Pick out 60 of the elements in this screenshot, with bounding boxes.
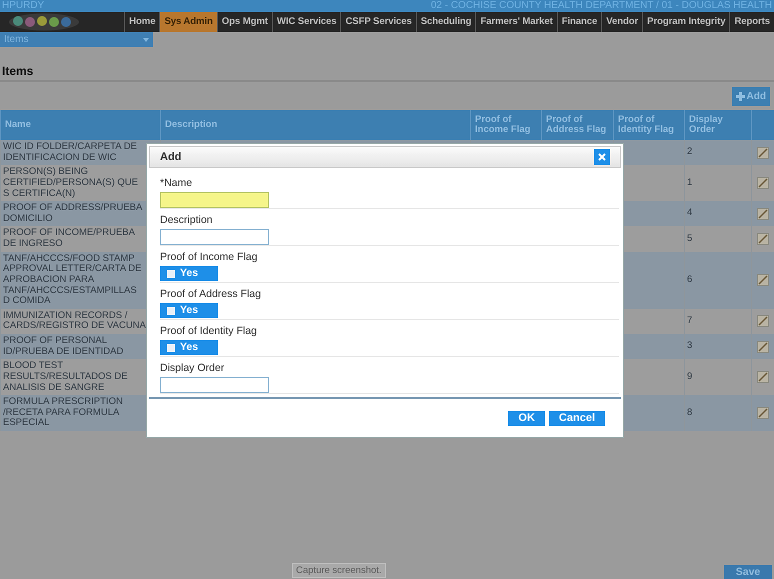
input-field[interactable]: [160, 377, 269, 393]
edit-icon[interactable]: [757, 274, 770, 286]
nav-tab[interactable]: WIC Services: [272, 12, 340, 32]
field-label: Proof of Address Flag: [160, 288, 262, 300]
page-title: Items: [2, 63, 34, 80]
tooltip: Capture screenshot.: [292, 563, 386, 578]
edit-icon[interactable]: [757, 208, 770, 220]
dialog-button[interactable]: Cancel: [548, 410, 605, 426]
field-label: Description: [160, 214, 214, 226]
column-header[interactable]: Name: [0, 110, 160, 140]
save-button[interactable]: Save: [724, 565, 772, 579]
table-cell: 3: [684, 334, 752, 360]
column-header[interactable]: Proof of Income Flag: [470, 110, 542, 140]
field-label: *Name: [160, 177, 194, 189]
edit-icon[interactable]: [757, 177, 770, 190]
add-button[interactable]: Add: [732, 86, 770, 106]
field-label: Display Order: [160, 362, 226, 374]
column-header[interactable]: Proof of Address Flag: [542, 110, 614, 140]
nav-tab[interactable]: Finance: [556, 12, 602, 32]
toggle-button[interactable]: Yes: [160, 340, 218, 355]
nav-tab[interactable]: Scheduling: [416, 12, 476, 32]
nav-tab[interactable]: Program Integrity: [642, 12, 730, 32]
nav-tab[interactable]: CSFP Services: [340, 12, 416, 32]
nav-tab[interactable]: Vendor: [601, 12, 642, 32]
caret-icon: [143, 38, 149, 42]
edit-icon[interactable]: [757, 315, 770, 328]
logo-drawing: [8, 13, 80, 31]
edit-icon[interactable]: [757, 146, 770, 159]
nav-tab[interactable]: Reports: [729, 12, 774, 32]
table-cell: 2: [684, 140, 752, 166]
close-icon: [598, 153, 606, 161]
dialog-title: Add: [160, 150, 182, 165]
table-cell: 8: [684, 395, 752, 431]
table-cell: 4: [684, 201, 752, 226]
table-cell: WIC ID FOLDER/CARPETA DE IDENTIFICACION DE WIC: [0, 140, 160, 166]
field-label: Proof of Identity Flag: [160, 325, 258, 337]
page-selector[interactable]: Items: [0, 32, 153, 47]
table-cell: 9: [684, 359, 752, 396]
field-label: Proof of Income Flag: [160, 251, 258, 263]
close-button[interactable]: [594, 149, 610, 165]
table-cell: 6: [684, 252, 752, 309]
toggle-button[interactable]: Yes: [160, 303, 218, 318]
edit-icon[interactable]: [757, 340, 770, 353]
edit-icon[interactable]: [757, 406, 770, 419]
nav-tab[interactable]: Sys Admin: [159, 12, 217, 32]
input-field[interactable]: [160, 192, 269, 208]
column-header[interactable]: Proof of Identity Flag: [614, 110, 684, 140]
nav-tab[interactable]: Ops Mgmt: [216, 12, 272, 32]
plus-icon: [736, 92, 745, 100]
nav-tab[interactable]: Farmers' Market: [475, 12, 557, 32]
input-field[interactable]: [160, 229, 269, 245]
table-cell: 1: [684, 165, 752, 202]
column-header[interactable]: Description: [160, 110, 470, 140]
edit-icon[interactable]: [757, 232, 770, 245]
dialog-button[interactable]: OK: [508, 410, 545, 426]
table-cell: 7: [684, 308, 752, 334]
edit-icon[interactable]: [757, 371, 770, 384]
column-header[interactable]: Display Order: [684, 110, 752, 140]
toggle-button[interactable]: Yes: [160, 266, 218, 281]
table-cell: 5: [684, 226, 752, 252]
